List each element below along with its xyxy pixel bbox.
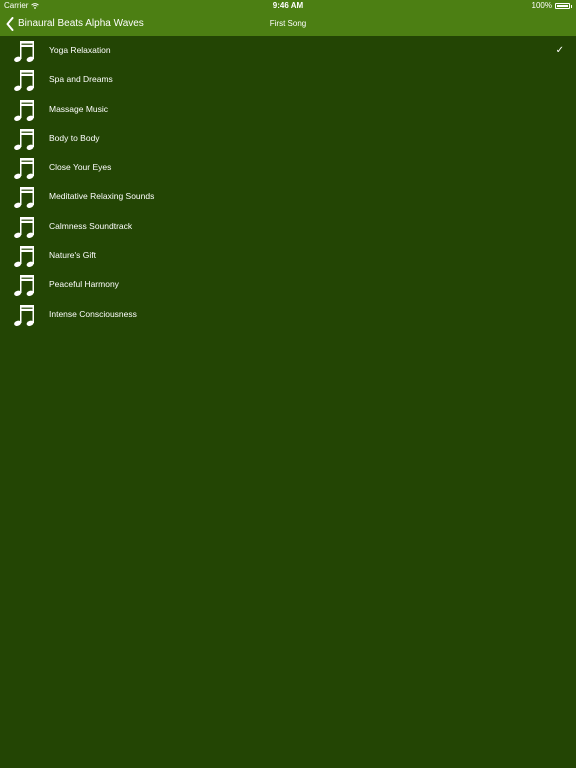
song-title: Nature's Gift [49,250,96,261]
song-row[interactable]: Meditative Relaxing Sounds [0,182,576,211]
navigation-bar: Carrier 9:46 AM 100% Binaural Beats Alph… [0,0,576,36]
status-time: 9:46 AM [272,1,304,10]
song-row[interactable]: Intense Consciousness [0,300,576,329]
music-note-icon [13,272,37,298]
music-note-icon [13,67,37,93]
song-list: Yoga Relaxation ✓ Spa and Dreams Massage… [0,36,576,329]
checkmark-icon: ✓ [555,45,564,56]
song-row[interactable]: Body to Body [0,124,576,153]
song-title: Close Your Eyes [49,162,112,173]
song-row[interactable]: Yoga Relaxation ✓ [0,36,576,65]
music-note-icon [13,38,37,64]
battery-icon [555,3,570,9]
song-row[interactable]: Calmness Soundtrack [0,212,576,241]
music-note-icon [13,126,37,152]
song-row[interactable]: Nature's Gift [0,241,576,270]
song-title: Spa and Dreams [49,74,113,85]
song-row[interactable]: Close Your Eyes [0,153,576,182]
music-note-icon [13,243,37,269]
song-row[interactable]: Spa and Dreams [0,65,576,94]
battery-indicator: 100% [532,0,572,12]
music-note-icon [13,97,37,123]
battery-percent: 100% [531,1,552,10]
song-title: Meditative Relaxing Sounds [49,191,155,202]
song-title: Intense Consciousness [49,308,137,319]
status-bar: Carrier 9:46 AM 100% [0,0,576,12]
music-note-icon [13,302,37,328]
song-title: Massage Music [49,103,109,114]
battery-tip [571,4,572,8]
song-row[interactable]: Peaceful Harmony [0,270,576,299]
song-title: Peaceful Harmony [49,279,119,290]
song-row[interactable]: Massage Music [0,95,576,124]
song-title: Body to Body [49,132,100,143]
nav-row: Binaural Beats Alpha Waves First Song [0,12,576,36]
song-title: Calmness Soundtrack [49,220,133,231]
music-note-icon [13,214,37,240]
music-note-icon [13,184,37,210]
song-title: Yoga Relaxation [49,45,111,55]
music-note-icon [13,155,37,181]
page-title: First Song [269,19,307,28]
